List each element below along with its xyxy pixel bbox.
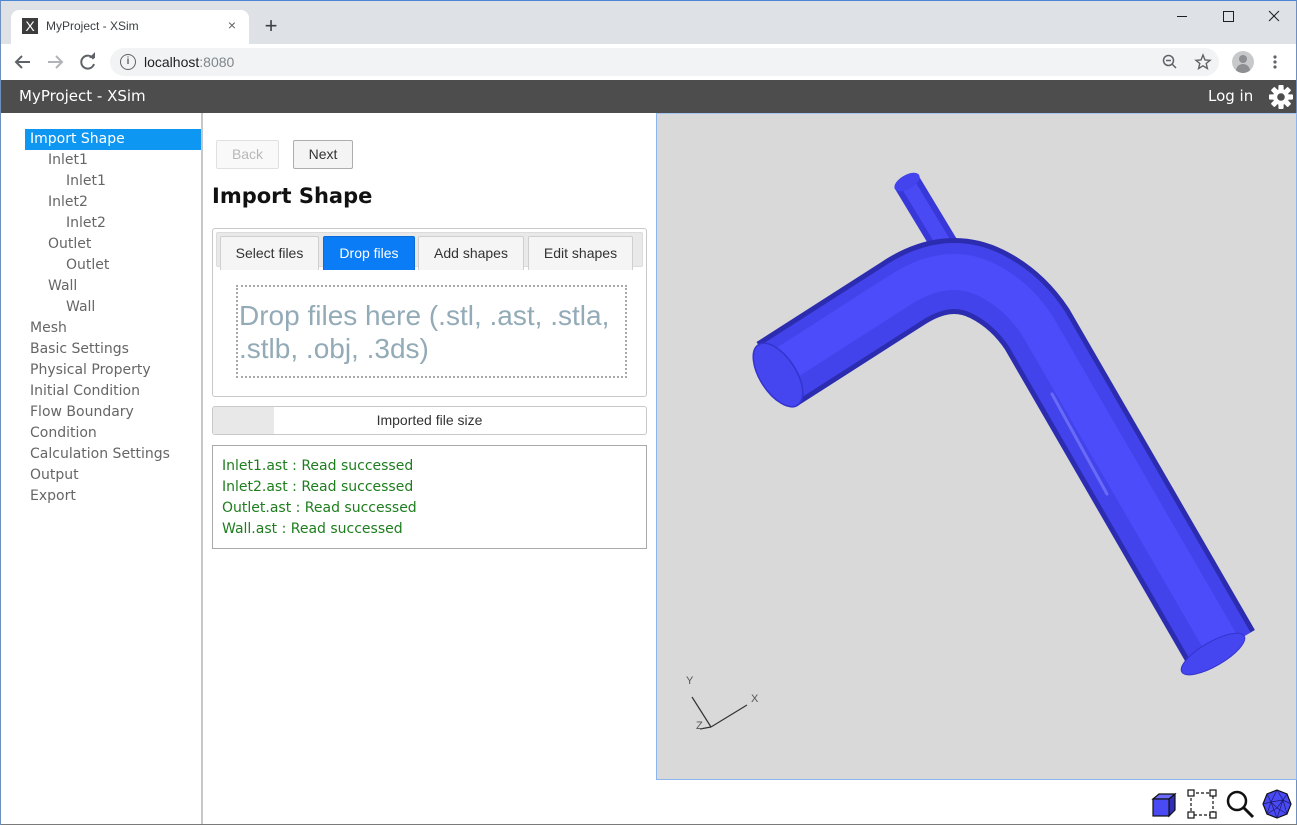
log-line: Outlet.ast : Read successed: [222, 500, 417, 516]
next-button[interactable]: Next: [293, 140, 353, 169]
sidebar-item-inlet2[interactable]: Inlet2: [25, 192, 201, 213]
tab-strip: X MyProject - XSim × +: [1, 1, 1296, 44]
url-text[interactable]: localhost:8080: [144, 54, 234, 70]
sidebar-nav: Import Shape Inlet1 Inlet1 Inlet2 Inlet2 Outl…: [25, 129, 201, 507]
browser-window: X MyProject - XSim × + i localhost:8080: [0, 0, 1297, 825]
browser-toolbar: i localhost:8080: [1, 44, 1296, 80]
sidebar-item-import-shape[interactable]: Import Shape: [25, 129, 201, 150]
sidebar-item-inlet2[interactable]: Inlet2: [25, 213, 201, 234]
minimize-button[interactable]: [1159, 1, 1205, 31]
zoom-icon[interactable]: [1224, 788, 1256, 820]
arrow-right-icon: [48, 55, 64, 69]
url-port: :8080: [199, 54, 235, 70]
sidebar-item-physical-property[interactable]: Physical Property: [25, 360, 201, 381]
tab-close-icon[interactable]: ×: [223, 16, 241, 34]
file-size-progress: Imported file size: [212, 406, 647, 435]
sidebar-item-output[interactable]: Output: [25, 465, 201, 486]
url-host: localhost: [144, 54, 200, 70]
sidebar-item-inlet1[interactable]: Inlet1: [25, 171, 201, 192]
main-panel: Back Next Import Shape Select files Drop…: [203, 113, 656, 825]
bookmark-star-icon[interactable]: [1193, 52, 1213, 72]
back-nav-button[interactable]: [9, 48, 37, 76]
reload-button[interactable]: [74, 48, 102, 76]
more-menu-icon[interactable]: [1265, 48, 1285, 76]
favicon-icon: X: [22, 18, 38, 34]
sidebar: Import Shape Inlet1 Inlet1 Inlet2 Inlet2 Outl…: [1, 113, 203, 825]
new-tab-button[interactable]: +: [259, 14, 283, 38]
log-line: Inlet1.ast : Read successed: [222, 458, 414, 474]
tab-title: MyProject - XSim: [46, 19, 139, 33]
log-line: Wall.ast : Read successed: [222, 521, 403, 537]
sidebar-item-outlet[interactable]: Outlet: [25, 255, 201, 276]
tab-drop-files[interactable]: Drop files: [323, 236, 415, 270]
log-line: Inlet2.ast : Read successed: [222, 479, 414, 495]
viewport-toolbar: [1146, 786, 1297, 822]
axis-triad: Y X Z: [686, 675, 759, 732]
wireframe-sphere-icon[interactable]: [1261, 788, 1293, 820]
forward-nav-button[interactable]: [41, 48, 69, 76]
page-title: Import Shape: [212, 184, 373, 208]
zoom-out-icon[interactable]: [1160, 52, 1180, 72]
file-drop-zone[interactable]: Drop files here (.stl, .ast, .stla, .stl…: [236, 285, 627, 378]
sidebar-item-inlet1[interactable]: Inlet1: [25, 150, 201, 171]
tab-select-files[interactable]: Select files: [220, 236, 319, 270]
tab-add-shapes[interactable]: Add shapes: [418, 236, 524, 270]
arrow-left-icon: [14, 55, 30, 69]
info-icon[interactable]: i: [120, 54, 136, 70]
app-title: MyProject - XSim: [19, 87, 146, 105]
minimize-icon: [1177, 16, 1187, 17]
progress-label: Imported file size: [376, 412, 483, 428]
tab-edit-shapes[interactable]: Edit shapes: [528, 236, 633, 270]
sidebar-item-calculation-settings[interactable]: Calculation Settings: [25, 444, 201, 465]
close-icon: [1268, 10, 1280, 22]
address-bar[interactable]: i localhost:8080: [110, 48, 1219, 76]
close-window-button[interactable]: [1251, 1, 1297, 31]
back-button[interactable]: Back: [216, 140, 279, 169]
sidebar-item-basic-settings[interactable]: Basic Settings: [25, 339, 201, 360]
maximize-button[interactable]: [1205, 1, 1251, 31]
app-header: MyProject - XSim Log in: [1, 80, 1296, 113]
sidebar-item-outlet[interactable]: Outlet: [25, 234, 201, 255]
axis-y-label: Y: [686, 675, 694, 687]
3d-viewport[interactable]: Y X Z: [656, 113, 1297, 780]
import-tabs-panel: Select files Drop files Add shapes Edit …: [212, 228, 647, 397]
sidebar-item-flow-boundary[interactable]: Flow Boundary: [25, 402, 201, 423]
box-select-icon[interactable]: [1186, 788, 1218, 820]
sidebar-item-wall[interactable]: Wall: [25, 297, 201, 318]
sidebar-item-export[interactable]: Export: [25, 486, 201, 507]
maximize-icon: [1223, 11, 1234, 22]
axis-z-label: Z: [696, 720, 703, 732]
model-canvas[interactable]: Y X Z: [657, 114, 1297, 781]
view-cube-icon[interactable]: [1148, 788, 1180, 820]
profile-avatar-icon[interactable]: [1232, 51, 1254, 73]
tabs-bar: Select files Drop files Add shapes Edit …: [216, 232, 643, 270]
sidebar-item-mesh[interactable]: Mesh: [25, 318, 201, 339]
sidebar-item-initial-condition[interactable]: Initial Condition: [25, 381, 201, 402]
reload-icon: [80, 52, 95, 70]
sidebar-item-condition[interactable]: Condition: [25, 423, 201, 444]
browser-tab[interactable]: X MyProject - XSim ×: [11, 10, 249, 44]
import-log: Inlet1.ast : Read successed Inlet2.ast : …: [212, 445, 647, 549]
axis-x-label: X: [751, 693, 759, 705]
settings-gear-icon[interactable]: [1268, 84, 1294, 110]
sidebar-item-wall[interactable]: Wall: [25, 276, 201, 297]
login-link[interactable]: Log in: [1208, 87, 1253, 105]
